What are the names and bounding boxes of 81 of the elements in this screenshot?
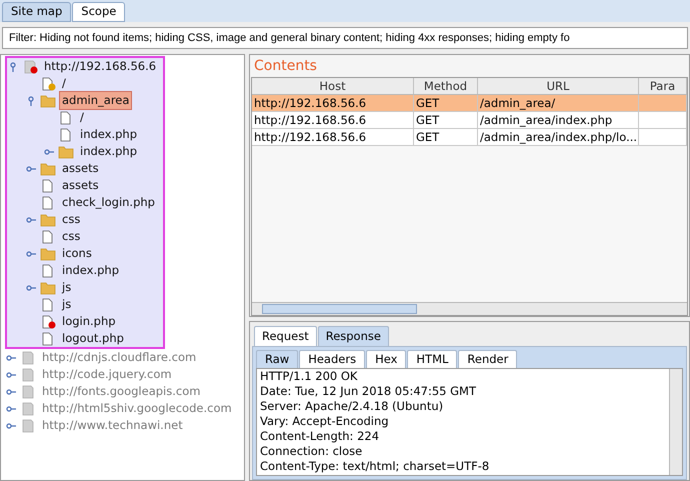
table-cell: /admin_area/index.php	[480, 113, 612, 127]
collapsed-toggle-icon[interactable]	[26, 214, 36, 224]
table-cell: /admin_area/index.php/lo...	[480, 130, 638, 144]
folder-icon	[40, 94, 56, 108]
tab[interactable]: Site map	[2, 2, 72, 22]
table-cell: GET	[416, 130, 440, 144]
column-header[interactable]: Para	[639, 78, 687, 94]
table-cell: GET	[416, 113, 440, 127]
tree-item[interactable]: icons	[59, 244, 95, 264]
tree-item[interactable]: index.php	[59, 260, 122, 280]
folder-icon	[40, 162, 56, 176]
column-header[interactable]: Host	[252, 78, 414, 94]
tree-item[interactable]: css	[59, 210, 84, 230]
tab[interactable]: HTML	[407, 350, 458, 368]
server-icon	[20, 418, 36, 432]
tab[interactable]: Render	[458, 350, 518, 368]
tree-item[interactable]: js	[59, 278, 74, 298]
table-cell: http://192.168.56.6	[254, 130, 366, 144]
response-line: Content-Length: 224	[260, 429, 380, 444]
response-line: HTTP/1.1 200 OK	[260, 369, 358, 384]
expanded-toggle-icon[interactable]	[8, 62, 18, 72]
expanded-toggle-icon[interactable]	[26, 96, 36, 106]
collapsed-toggle-icon[interactable]	[6, 386, 16, 396]
horizontal-scrollbar[interactable]	[252, 302, 687, 315]
tree-item[interactable]: http://www.technawi.net	[39, 416, 186, 436]
table-cell: /admin_area/	[480, 96, 556, 110]
folder-icon	[40, 246, 56, 260]
contents-title: Contents	[253, 56, 318, 76]
server-icon	[20, 402, 36, 416]
folder-icon	[40, 212, 56, 226]
tree-item[interactable]: check_login.php	[59, 192, 158, 212]
tab[interactable]: Request	[254, 326, 317, 346]
response-line: Vary: Accept-Encoding	[260, 414, 390, 429]
collapsed-toggle-icon[interactable]	[26, 282, 36, 292]
tree-item[interactable]: /	[77, 108, 87, 128]
tree-item[interactable]: index.php	[77, 124, 140, 144]
response-line: Server: Apache/2.4.18 (Ubuntu)	[260, 399, 444, 414]
table-row[interactable]: http://192.168.56.6 GET /admin_area/index.php/lo...	[252, 129, 687, 146]
collapsed-toggle-icon[interactable]	[6, 370, 16, 380]
server-icon	[20, 350, 36, 364]
table-cell: http://192.168.56.6	[254, 96, 366, 110]
tab[interactable]: Headers	[299, 350, 366, 368]
server-icon	[20, 384, 36, 398]
tree-item[interactable]: http://cdnjs.cloudflare.com	[39, 348, 200, 368]
table-row[interactable]: http://192.168.56.6 GET /admin_area/	[252, 95, 687, 112]
column-header[interactable]: Method	[414, 78, 478, 94]
tree-item[interactable]: logout.php	[59, 328, 127, 348]
folder-icon	[40, 280, 56, 294]
tab[interactable]: Scope	[72, 2, 126, 22]
tree-item[interactable]: css	[59, 226, 84, 246]
collapsed-toggle-icon[interactable]	[6, 404, 16, 414]
response-line: Content-Type: text/html; charset=UTF-8	[260, 459, 490, 474]
collapsed-toggle-icon[interactable]	[6, 352, 16, 362]
tree-item[interactable]: index.php	[77, 142, 140, 162]
table-cell: http://192.168.56.6	[254, 113, 366, 127]
tree-item[interactable]: login.php	[59, 312, 119, 332]
tab[interactable]: Response	[318, 326, 389, 346]
filter-bar[interactable]: Filter: Hiding not found items; hiding CSS, image and general binary content; hiding 4xx responses; hiding empty fo	[2, 27, 688, 49]
collapsed-toggle-icon[interactable]	[44, 146, 54, 156]
folder-icon	[58, 144, 74, 158]
tree-item[interactable]: http://fonts.googleapis.com	[39, 382, 204, 402]
tree-item[interactable]: http://192.168.56.6	[41, 56, 160, 76]
table-cell: GET	[416, 96, 440, 110]
tree-item[interactable]: http://html5shiv.googlecode.com	[39, 398, 235, 418]
response-line: Connection: close	[260, 444, 364, 459]
tree-item[interactable]: js	[59, 294, 74, 314]
server-icon	[20, 368, 36, 382]
tree-item[interactable]: http://code.jquery.com	[39, 364, 175, 384]
tree-item[interactable]: /	[59, 74, 69, 94]
column-header[interactable]: URL	[478, 78, 639, 94]
collapsed-toggle-icon[interactable]	[26, 248, 36, 258]
tab[interactable]: Raw	[256, 350, 298, 368]
response-line: Date: Tue, 12 Jun 2018 05:47:55 GMT	[260, 384, 477, 399]
collapsed-toggle-icon[interactable]	[26, 164, 36, 174]
tab[interactable]: Hex	[366, 350, 406, 368]
collapsed-toggle-icon[interactable]	[6, 420, 16, 430]
table-row[interactable]: http://192.168.56.6 GET /admin_area/index.php	[252, 112, 687, 129]
vertical-scrollbar[interactable]	[669, 369, 682, 475]
tree-item[interactable]: admin_area	[59, 90, 132, 110]
tree-item[interactable]: assets	[59, 176, 102, 196]
tree-item[interactable]: assets	[59, 158, 102, 178]
